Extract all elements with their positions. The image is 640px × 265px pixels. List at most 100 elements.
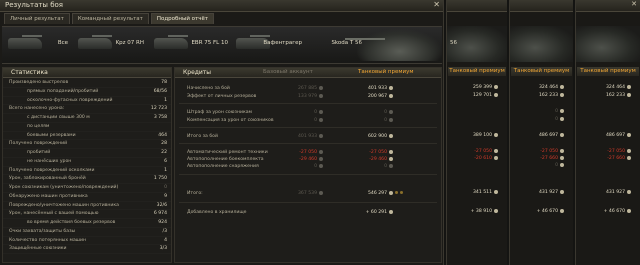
vehicle-preview: [576, 26, 640, 62]
title-bar[interactable]: Результаты боя ✕: [0, 0, 443, 12]
premium-value: 0: [510, 162, 573, 169]
stat-value: 78: [161, 80, 167, 85]
list-item: во время действия боевых резервов 924: [3, 219, 171, 228]
premium-value: + 38 910: [447, 208, 507, 215]
table-row: Штраф за урон союзникам 0 0: [175, 109, 441, 116]
vehicle-tab-all[interactable]: Все: [4, 27, 70, 63]
value-text: 162 233: [606, 93, 625, 98]
tab-detailed-report[interactable]: Подробный отчёт: [150, 13, 215, 24]
vehicle-tab-skoda[interactable]: Skoda T 56: [306, 27, 362, 63]
list-item: не нанёсших урон 6: [3, 158, 171, 167]
credit-icon: [389, 109, 393, 114]
credit-icon: [627, 84, 631, 89]
vehicle-tab-waffentrager[interactable]: Вафентрагер: [232, 27, 304, 63]
vehicle-label: Вафентрагер: [263, 40, 302, 46]
stat-value: 924: [158, 220, 167, 225]
credit-icon: [389, 85, 393, 90]
tab-personal-result[interactable]: Личный результат: [4, 13, 70, 24]
credit-icon: [627, 148, 631, 153]
stat-value: /3: [162, 228, 167, 234]
stat-value: 68/56: [153, 88, 167, 94]
vehicle-tab-kpz[interactable]: Kpz 07 RH: [74, 27, 146, 63]
list-item: пробитий 22: [3, 149, 171, 158]
list-item: Очки захвата/защиты базы/3: [3, 228, 171, 237]
premium-value: -20 610: [447, 155, 507, 162]
stat-label: Повреждено/уничтожено машин противника: [9, 202, 119, 208]
premium-value: 259 399: [447, 84, 507, 91]
credit-icon: [560, 108, 564, 113]
base-value: 133 979: [267, 93, 323, 100]
list-item: с дистанции свыше 300 м 3 758: [3, 114, 171, 123]
vehicle-tab-ebr[interactable]: EBR 75 FL 10: [150, 27, 230, 63]
credit-icon: [560, 189, 564, 194]
premium-value: 486 697: [510, 132, 573, 139]
table-row: Добавлено в хранилище + 60 291: [175, 209, 441, 216]
comparison-panel-1: 56 Танковый премиум 259 399 129 701 389 …: [446, 0, 507, 265]
value-text: 367 539: [298, 191, 317, 196]
stat-label: Урон, заблокированный бронёй: [9, 176, 86, 182]
column-header-premium: Танковый премиум: [358, 69, 414, 75]
credits-panel: Кредиты Базовый аккаунт Танковый премиум…: [174, 67, 442, 263]
window-title: Результаты боя: [5, 1, 63, 9]
stat-label: Произведено выстрелов: [9, 80, 69, 85]
premium-value: 401 933: [325, 85, 393, 92]
premium-value: -27 050: [576, 148, 640, 155]
credit-icon: [389, 93, 393, 98]
credits-title: Кредиты: [183, 69, 212, 76]
row-label: Автопополнение боекомплекта: [187, 157, 264, 162]
value-text: 341 511: [473, 190, 492, 195]
base-value: 0: [267, 109, 323, 116]
value-text: 486 697: [606, 133, 625, 138]
table-row: Автопополнение снаряжения 0 0: [175, 163, 441, 170]
value-text: 0: [555, 109, 558, 114]
divider: [179, 174, 437, 175]
list-item: Урон союзникам (уничтожено/повреждений) 0: [3, 184, 171, 193]
row-label: Добавлено в хранилище: [187, 210, 247, 215]
value-text: + 38 910: [470, 209, 492, 214]
base-value: 0: [267, 117, 323, 124]
premium-value: 389 100: [447, 132, 507, 139]
stat-label: во время действия боевых резервов: [27, 220, 116, 225]
value-text: 389 100: [473, 133, 492, 138]
stat-label: Урон союзникам (уничтожено/повреждений): [9, 185, 119, 190]
credit-icon: [494, 208, 498, 213]
credit-icon: [494, 132, 498, 137]
premium-value: + 46 670: [510, 208, 573, 215]
credit-icon: [560, 208, 564, 213]
divider: [179, 202, 437, 203]
value-text: 267 885: [298, 86, 317, 91]
premium-value: 431 927: [576, 189, 640, 196]
value-text: -27 050: [299, 150, 317, 155]
premium-value: 162 233: [576, 92, 640, 99]
value-text: -27 050: [540, 149, 558, 154]
premium-value: 486 697: [576, 132, 640, 139]
credit-icon: [319, 85, 323, 90]
value-text: + 46 670: [536, 209, 558, 214]
value-text: 129 701: [473, 93, 492, 98]
tank-icon: [345, 29, 442, 61]
row-label: Итого за бой: [187, 134, 218, 139]
vehicle-preview: 56: [447, 26, 507, 62]
close-icon[interactable]: ✕: [631, 0, 637, 8]
list-item: Получено повреждений 28: [3, 140, 171, 149]
premium-value: 0: [510, 116, 573, 123]
close-icon[interactable]: ✕: [433, 0, 440, 9]
statistics-title: Статистика: [3, 68, 171, 78]
value-text: 133 979: [298, 94, 317, 99]
vehicle-preview: [510, 26, 573, 62]
stat-label: с дистанции свыше 300 м: [27, 115, 90, 120]
row-label: Итого:: [187, 191, 203, 196]
stat-label: Урон, нанесённый с вашей помощью: [9, 211, 99, 217]
stat-label: пробитий: [27, 150, 51, 155]
table-row: Итого за бой 401 933 602 900: [175, 133, 441, 140]
tab-team-result[interactable]: Командный результат: [71, 13, 149, 24]
value-text: -29 460: [299, 157, 317, 162]
stat-value: 1: [164, 167, 167, 173]
credit-icon: [389, 156, 393, 161]
stat-value: 32/6: [156, 202, 167, 208]
premium-value: 546 297: [325, 190, 393, 197]
credit-icon: [627, 92, 631, 97]
base-value: 367 539: [267, 190, 323, 197]
vehicle-label: 56: [450, 40, 457, 46]
title-bar: [447, 0, 507, 12]
